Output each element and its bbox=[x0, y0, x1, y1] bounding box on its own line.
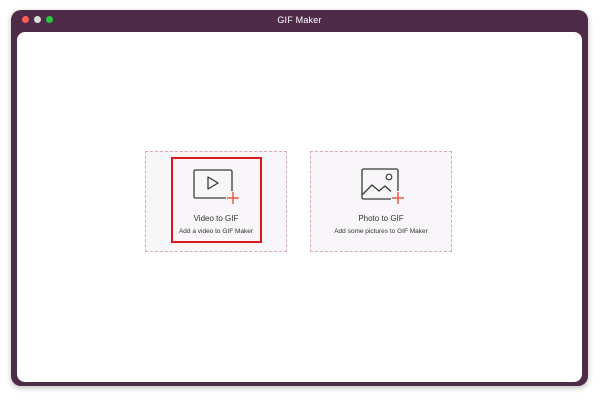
app-window: GIF Maker Video to GIF Add a video to GI… bbox=[11, 10, 588, 386]
window-title: GIF Maker bbox=[277, 15, 322, 25]
title-bar: GIF Maker bbox=[11, 10, 588, 32]
photo-to-gif-title: Photo to GIF bbox=[358, 214, 404, 223]
image-add-icon bbox=[361, 168, 405, 205]
video-to-gif-card[interactable]: Video to GIF Add a video to GIF Maker bbox=[145, 151, 287, 252]
photo-to-gif-subtitle: Add some pictures to GIF Maker bbox=[334, 228, 428, 235]
video-to-gif-title: Video to GIF bbox=[193, 214, 239, 223]
main-content: Video to GIF Add a video to GIF Maker Ph… bbox=[17, 32, 582, 382]
photo-to-gif-card[interactable]: Photo to GIF Add some pictures to GIF Ma… bbox=[310, 151, 452, 252]
video-play-add-icon bbox=[193, 169, 240, 205]
video-to-gif-subtitle: Add a video to GIF Maker bbox=[178, 228, 254, 235]
